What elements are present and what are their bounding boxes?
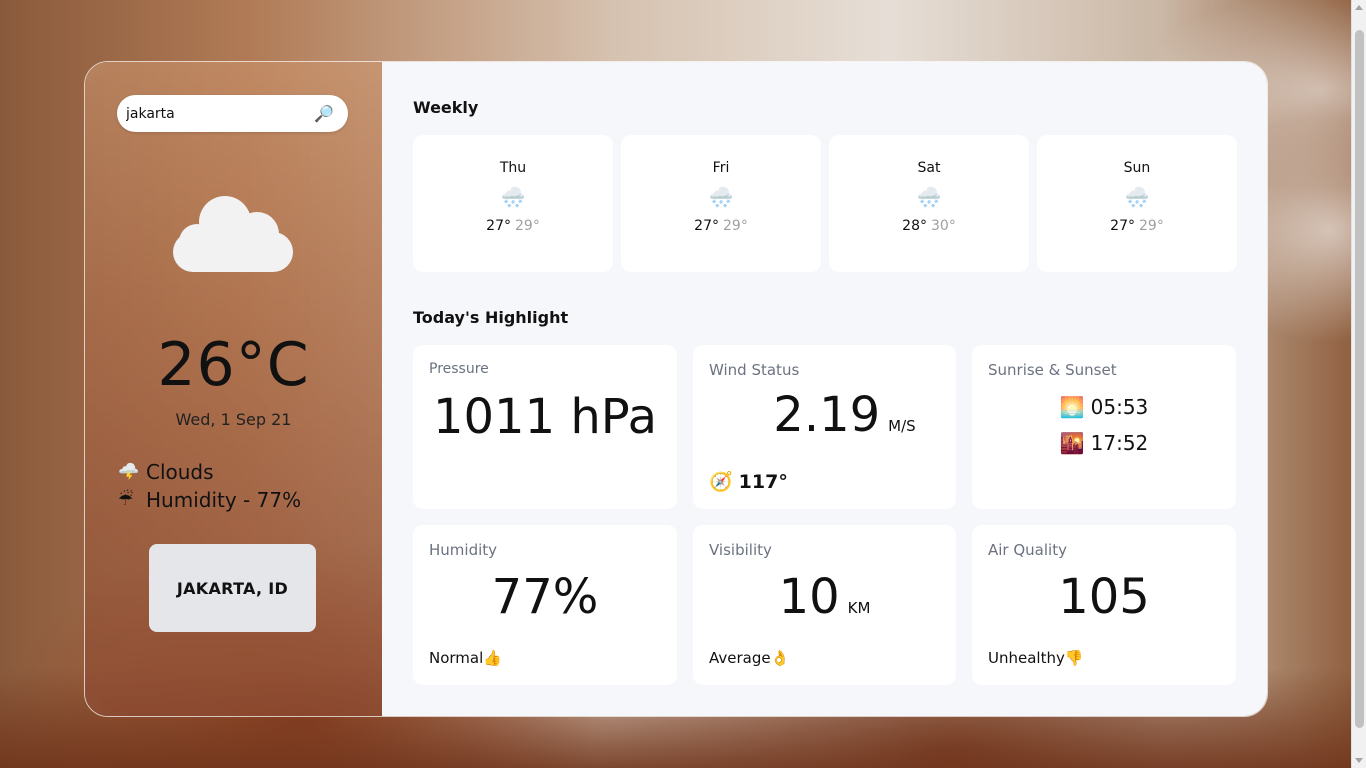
- visibility-value: 10: [778, 569, 840, 625]
- day-low: 27°: [1110, 218, 1135, 234]
- visibility-label: Visibility: [709, 541, 772, 559]
- humidity-value: 77%: [491, 569, 599, 625]
- day-name: Fri: [712, 160, 730, 176]
- current-weather-panel: 🔎 26°C Wed, 1 Sep 21 🌩️ Clouds ☔ Humidit…: [85, 62, 382, 716]
- search-bar: 🔎: [117, 95, 348, 132]
- sunset-time: 17:52: [1090, 431, 1149, 455]
- scrollbar-thumb[interactable]: [1355, 30, 1364, 728]
- wind-label: Wind Status: [709, 361, 800, 379]
- humidity-text: Humidity - 77%: [146, 488, 302, 512]
- scroll-down-icon[interactable]: [1355, 758, 1363, 763]
- sunrise-sunset-card: Sunrise & Sunset 🌅 05:53 🌇 17:52: [972, 345, 1236, 509]
- day-high: 29°: [1139, 218, 1164, 234]
- sunrise-icon: 🌅: [1059, 395, 1085, 419]
- magnifier-icon[interactable]: 🔎: [314, 104, 334, 123]
- day-card: Fri 🌨️ 27° 29°: [621, 135, 821, 272]
- search-input[interactable]: [126, 105, 314, 122]
- weekly-forecast: Thu 🌨️ 27° 29° Fri 🌨️ 27° 29° Sat 🌨️ 28° 30…: [413, 135, 1237, 272]
- wind-unit: M/S: [888, 417, 916, 435]
- air-quality-status: Unhealthy👎: [988, 649, 1084, 667]
- day-low: 28°: [902, 218, 927, 234]
- day-name: Sat: [917, 160, 941, 176]
- forecast-panel: Weekly Thu 🌨️ 27° 29° Fri 🌨️ 27° 29° Sat 🌨…: [382, 62, 1267, 716]
- air-quality-label: Air Quality: [988, 541, 1067, 559]
- wind-direction: 117°: [738, 470, 788, 493]
- scroll-up-icon[interactable]: [1355, 5, 1363, 10]
- pressure-value: 1011 hPa: [432, 389, 658, 445]
- visibility-card: Visibility 10 KM Average👌: [693, 525, 956, 685]
- sun-label: Sunrise & Sunset: [988, 361, 1117, 379]
- sunset-icon: 🌇: [1059, 431, 1085, 455]
- weekly-title: Weekly: [413, 98, 479, 117]
- day-high: 29°: [515, 218, 540, 234]
- location-badge: JAKARTA, ID: [149, 544, 316, 632]
- humidity-card: Humidity 77% Normal👍: [413, 525, 677, 685]
- snow-cloud-icon: 🌨️: [500, 185, 526, 209]
- wind-speed: 2.19: [773, 387, 881, 443]
- day-card: Sat 🌨️ 28° 30°: [829, 135, 1029, 272]
- air-quality-value: 105: [1058, 569, 1150, 625]
- snow-cloud-icon: 🌨️: [708, 185, 734, 209]
- pressure-label: Pressure: [429, 361, 489, 377]
- day-low: 27°: [486, 218, 511, 234]
- day-card: Thu 🌨️ 27° 29°: [413, 135, 613, 272]
- weather-app: 🔎 26°C Wed, 1 Sep 21 🌩️ Clouds ☔ Humidit…: [84, 61, 1268, 717]
- condition-text: Clouds: [146, 460, 214, 484]
- page-scrollbar[interactable]: [1351, 0, 1366, 768]
- visibility-status: Average👌: [709, 649, 790, 667]
- humidity-status: Normal👍: [429, 649, 502, 667]
- cloud-icon: [173, 196, 293, 272]
- day-name: Sun: [1123, 160, 1151, 176]
- thunder-cloud-icon: 🌩️: [118, 462, 140, 482]
- day-low: 27°: [694, 218, 719, 234]
- compass-icon: 🧭: [709, 471, 733, 493]
- day-name: Thu: [499, 160, 527, 176]
- air-quality-card: Air Quality 105 Unhealthy👎: [972, 525, 1236, 685]
- wind-card: Wind Status 2.19 M/S 🧭 117°: [693, 345, 956, 509]
- highlight-grid: Pressure 1011 hPa Wind Status 2.19 M/S 🧭 …: [413, 345, 1236, 685]
- visibility-unit: KM: [847, 599, 871, 617]
- condition-list: 🌩️ Clouds ☔ Humidity - 77%: [118, 458, 301, 514]
- snow-cloud-icon: 🌨️: [1124, 185, 1150, 209]
- day-high: 30°: [931, 218, 956, 234]
- snow-cloud-icon: 🌨️: [916, 185, 942, 209]
- current-temperature: 26°C: [157, 330, 310, 400]
- current-date: Wed, 1 Sep 21: [175, 410, 292, 429]
- umbrella-icon: ☔: [118, 490, 134, 510]
- sunrise-time: 05:53: [1090, 395, 1149, 419]
- humidity-label: Humidity: [429, 541, 498, 559]
- highlight-title: Today's Highlight: [413, 308, 569, 327]
- pressure-card: Pressure 1011 hPa: [413, 345, 677, 509]
- day-high: 29°: [723, 218, 748, 234]
- day-card: Sun 🌨️ 27° 29°: [1037, 135, 1237, 272]
